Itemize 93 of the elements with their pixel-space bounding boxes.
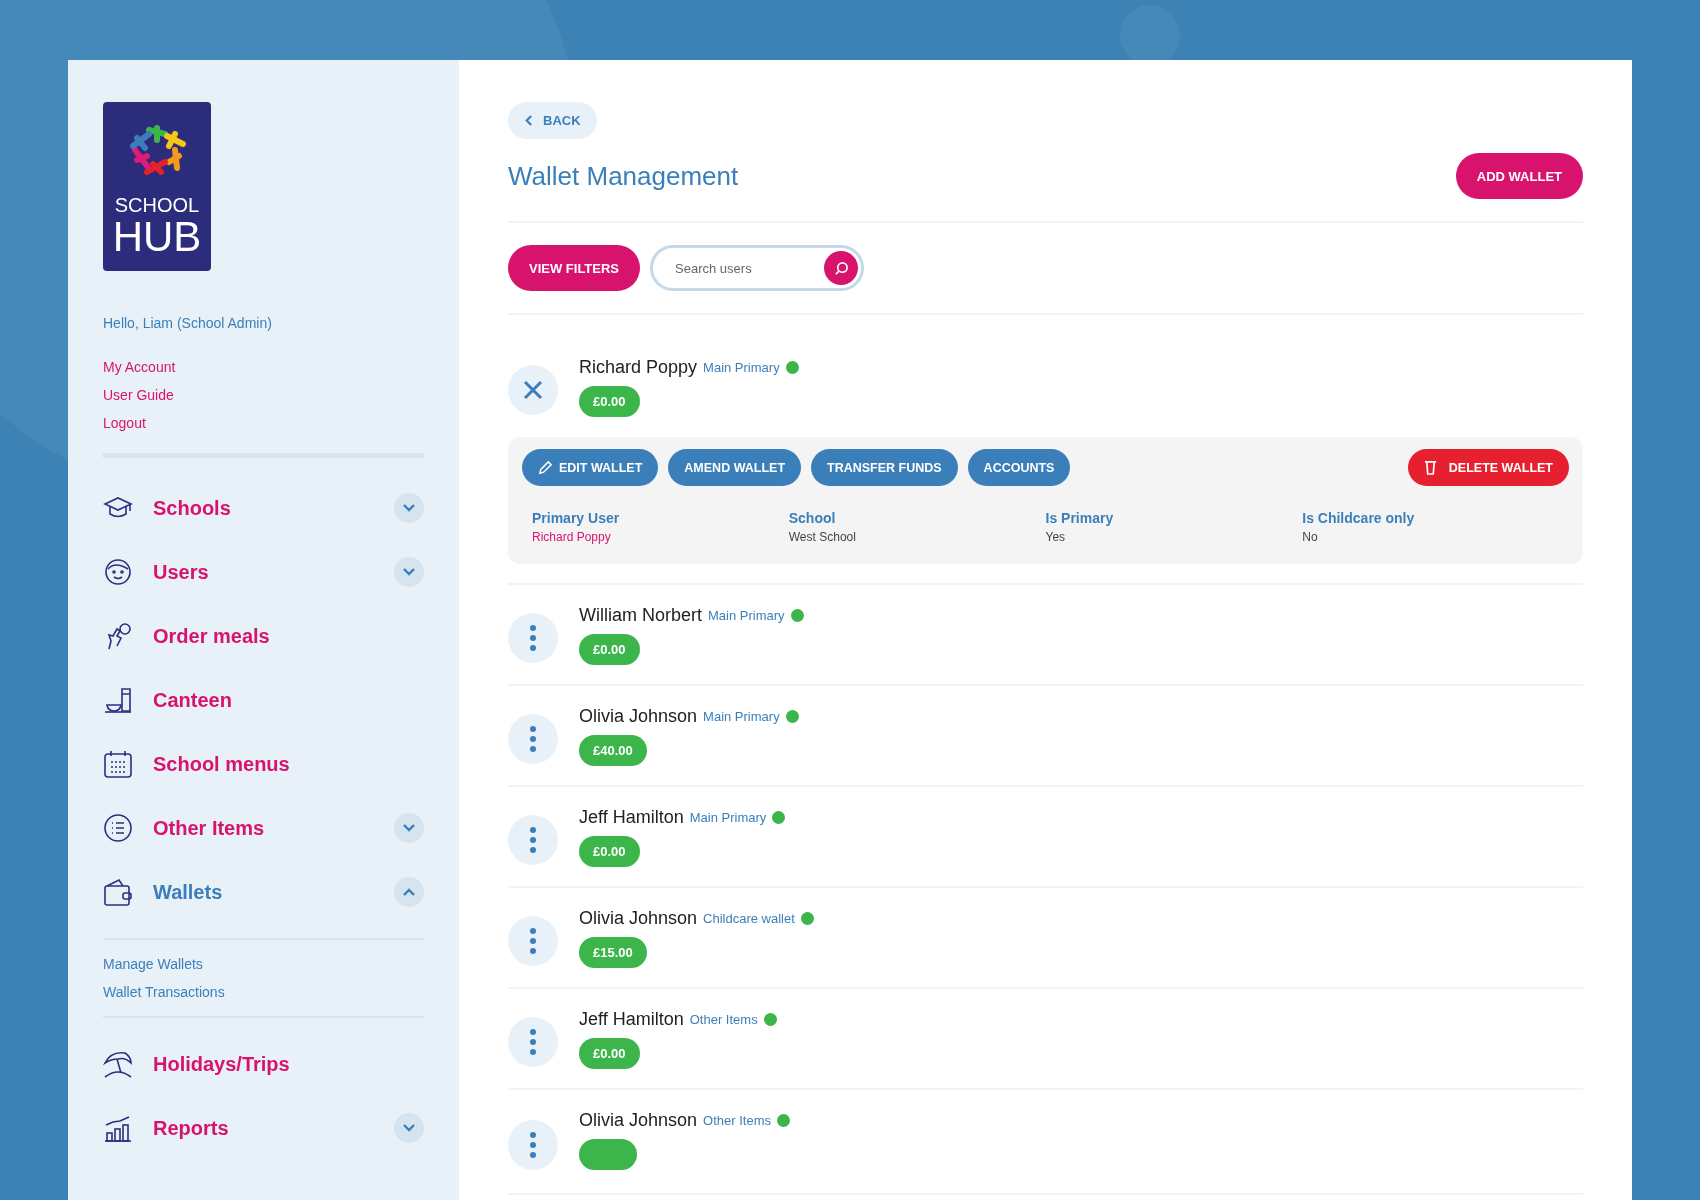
sidebar-item[interactable]: Holidays/Trips: [153, 1052, 424, 1076]
toggle-button[interactable]: [394, 877, 424, 907]
wallet-type: Other Items: [689, 1012, 758, 1027]
bar-chart-icon: [103, 1113, 133, 1143]
submenu-link[interactable]: Manage Wallets: [103, 956, 203, 972]
sidebar-item[interactable]: Wallets: [153, 880, 394, 904]
wallet-type: Main Primary: [703, 709, 780, 724]
view-filters-button[interactable]: VIEW FILTERS: [508, 245, 641, 291]
balance-pill: £0.00: [579, 836, 640, 867]
user-name: Jeff Hamilton: [579, 807, 684, 828]
detail-label: Is Primary: [1045, 510, 1115, 526]
wallet-type: Main Primary: [708, 608, 785, 623]
toggle-button[interactable]: [394, 493, 424, 523]
vertical-dots-icon: [530, 625, 536, 651]
greeting-text: Hello, Liam (School Admin): [103, 315, 273, 331]
wallet-type: Main Primary: [703, 360, 780, 375]
detail-label: Is Childcare only: [1302, 510, 1416, 526]
wallet-type: Main Primary: [689, 810, 767, 825]
account-link[interactable]: My Account: [103, 359, 176, 375]
vertical-dots-icon: [530, 928, 536, 954]
face-icon: [103, 557, 133, 587]
more-options-button[interactable]: [508, 613, 558, 663]
sidebar-item[interactable]: Other Items: [153, 816, 394, 840]
back-button[interactable]: BACK: [508, 102, 597, 139]
detail-value: No: [1302, 530, 1319, 544]
submenu-link[interactable]: Wallet Transactions: [103, 984, 225, 1000]
meal-tray-icon: [103, 685, 133, 715]
status-dot: [785, 710, 799, 723]
toggle-button[interactable]: [394, 557, 424, 587]
sidebar-item[interactable]: Reports: [153, 1116, 394, 1140]
user-name: Olivia Johnson: [579, 706, 698, 727]
balance-pill: £40.00: [579, 735, 647, 766]
status-dot: [785, 361, 799, 374]
balance-pill: £0.00: [579, 1038, 640, 1069]
detail-value: West School: [788, 530, 857, 544]
page-title: Wallet Management: [508, 160, 739, 192]
status-dot: [777, 1114, 790, 1127]
logo-hub-text: HUB: [112, 216, 202, 258]
user-name: Richard Poppy: [579, 357, 698, 378]
status-dot: [800, 912, 814, 925]
sidebar-item[interactable]: School menus: [153, 752, 424, 776]
toggle-button[interactable]: [394, 813, 424, 843]
sidebar-item[interactable]: Order meals: [153, 624, 424, 648]
action-button[interactable]: ACCOUNTS: [967, 449, 1071, 486]
detail-label: Primary User: [532, 510, 621, 526]
user-name: Olivia Johnson: [579, 908, 698, 929]
search-field[interactable]: Search users: [650, 245, 865, 291]
close-icon: [523, 380, 543, 400]
sidebar-item[interactable]: Users: [153, 560, 394, 584]
status-dot: [763, 1013, 777, 1026]
user-name: Olivia Johnson: [579, 1110, 698, 1131]
delete-wallet-button[interactable]: DELETE WALLET: [1407, 449, 1569, 486]
sidebar-item[interactable]: Canteen: [153, 688, 424, 712]
detail-value: Yes: [1045, 530, 1067, 544]
balance-pill: £15.00: [579, 937, 647, 968]
detail-label: School: [788, 510, 837, 526]
account-link[interactable]: User Guide: [103, 387, 174, 403]
wallet-type: Childcare wallet: [703, 911, 795, 926]
close-button[interactable]: [508, 365, 558, 415]
beach-umbrella-icon: [103, 1049, 133, 1079]
vertical-dots-icon: [530, 1132, 536, 1158]
balance-pill: £0.00: [579, 386, 640, 417]
search-icon: [833, 260, 849, 276]
balance-pill: [579, 1139, 637, 1170]
more-options-button[interactable]: [508, 1120, 558, 1170]
wallet-icon: [103, 877, 133, 907]
vertical-dots-icon: [530, 827, 536, 853]
account-link[interactable]: Logout: [103, 415, 146, 431]
more-options-button[interactable]: [508, 815, 558, 865]
action-button[interactable]: AMEND WALLET: [668, 449, 801, 486]
vertical-dots-icon: [530, 726, 536, 752]
more-options-button[interactable]: [508, 714, 558, 764]
trash-icon: [1423, 460, 1437, 475]
status-dot: [790, 609, 804, 622]
chevron-left-icon: [524, 114, 533, 127]
edit-wallet-button[interactable]: EDIT WALLET: [522, 449, 659, 486]
user-name: Jeff Hamilton: [579, 1009, 684, 1030]
detail-value[interactable]: Richard Poppy: [532, 530, 789, 544]
more-options-button[interactable]: [508, 1017, 558, 1067]
vertical-dots-icon: [530, 1029, 536, 1055]
user-name: William Norbert: [579, 605, 702, 626]
calendar-icon: [103, 749, 133, 779]
wallet-type: Other Items: [703, 1113, 771, 1128]
action-button[interactable]: TRANSFER FUNDS: [811, 449, 958, 486]
status-dot: [772, 811, 786, 824]
pencil-icon: [538, 460, 553, 475]
add-wallet-button[interactable]: ADD WALLET: [1455, 153, 1583, 199]
sidebar-item[interactable]: Schools: [153, 496, 394, 520]
logo-school-text: SCHOOL: [114, 194, 200, 216]
balance-pill: £0.00: [579, 634, 640, 665]
list-circle-icon: [103, 813, 133, 843]
toggle-button[interactable]: [394, 1113, 424, 1143]
more-options-button[interactable]: [508, 916, 558, 966]
